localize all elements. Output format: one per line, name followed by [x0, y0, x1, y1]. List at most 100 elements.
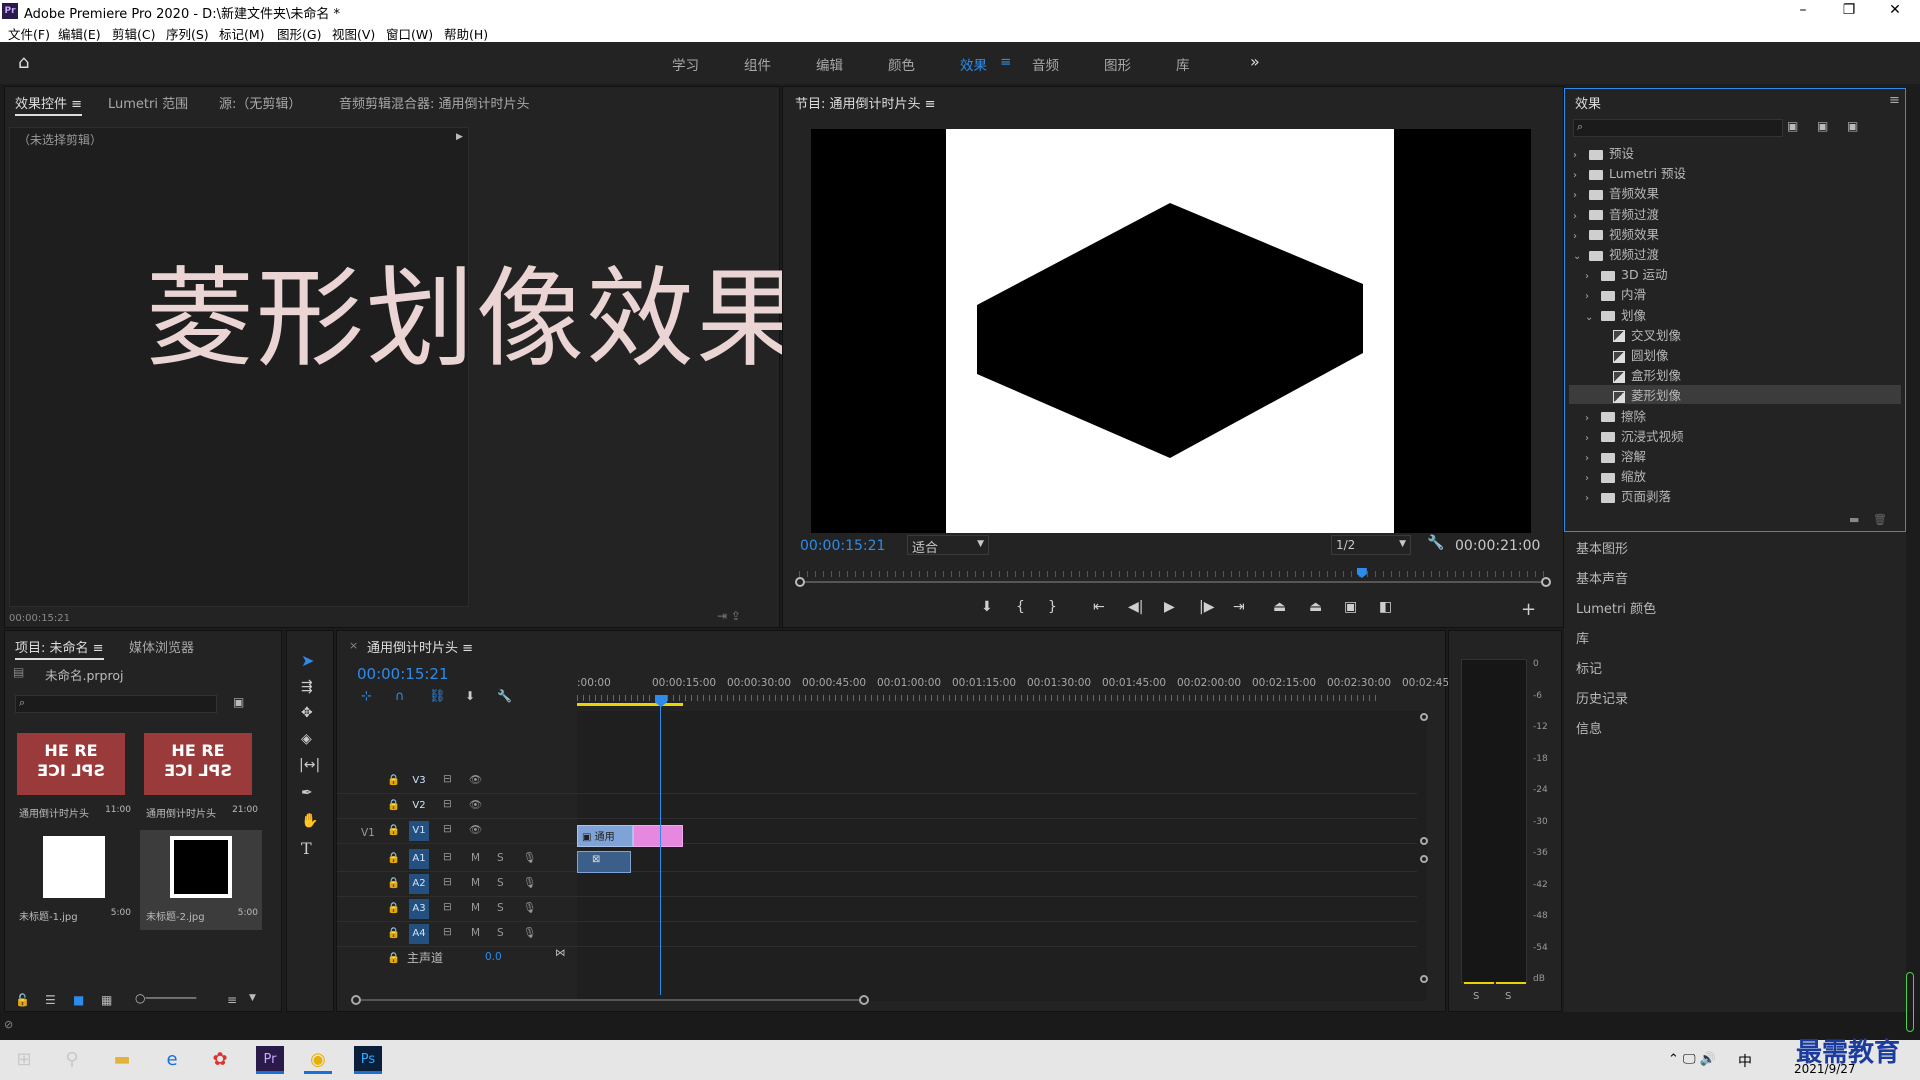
horizontal-zoom-scrollbar[interactable]: [351, 995, 871, 1007]
solo-left-button[interactable]: S: [1473, 991, 1479, 1002]
sync-lock-icon[interactable]: ⊟: [443, 851, 452, 863]
minimize-button[interactable]: –: [1780, 0, 1826, 22]
program-scrubber[interactable]: [795, 568, 1551, 587]
panel-lumetri-color[interactable]: Lumetri 颜色: [1576, 598, 1656, 617]
menu-window[interactable]: 窗口(W): [386, 24, 433, 43]
workspace-effects[interactable]: 效果: [960, 54, 987, 74]
zoom-handle-right[interactable]: [859, 995, 869, 1005]
icon-view-icon[interactable]: ■: [73, 993, 84, 1007]
track-v1[interactable]: V1: [409, 821, 429, 841]
new-bin-icon[interactable]: ▣: [233, 695, 244, 709]
microphone-icon[interactable]: 🎙: [523, 901, 536, 914]
chevron-right-icon[interactable]: ›: [1573, 170, 1583, 181]
project-item[interactable]: 未标题-2.jpg 5:00: [140, 830, 262, 930]
chevron-right-icon[interactable]: ›: [1573, 211, 1583, 222]
eye-icon[interactable]: 👁: [469, 823, 482, 836]
panel-essential-graphics[interactable]: 基本图形: [1576, 538, 1628, 557]
chevron-right-icon[interactable]: ›: [1573, 231, 1583, 242]
effect-item[interactable]: 盒形划像: [1597, 365, 1681, 384]
photoshop-taskbar-icon[interactable]: Ps: [354, 1046, 382, 1074]
search-icon[interactable]: ⚲: [58, 1046, 86, 1074]
windows-start-icon[interactable]: ⊞: [10, 1046, 38, 1074]
new-bin-icon[interactable]: ▬: [1849, 513, 1859, 526]
app-icon[interactable]: ✿: [206, 1046, 234, 1074]
track-lock-icon[interactable]: 🔒: [387, 926, 400, 939]
track-lock-icon[interactable]: 🔒: [387, 823, 400, 836]
effect-folder[interactable]: › 音频过渡: [1573, 204, 1659, 223]
effect-item[interactable]: 交叉划像: [1597, 325, 1681, 344]
sync-lock-icon[interactable]: ⊟: [443, 926, 452, 938]
master-lock-icon[interactable]: 🔒: [387, 951, 400, 964]
expand-arrow-icon[interactable]: ▶: [456, 132, 463, 142]
zoom-handle-left[interactable]: [351, 995, 361, 1005]
menu-graphics[interactable]: 图形(G): [277, 24, 321, 43]
chevron-right-icon[interactable]: ›: [1585, 433, 1595, 444]
chevron-right-icon[interactable]: ›: [1573, 150, 1583, 161]
tab-audio-clip-mixer[interactable]: 音频剪辑混合器: 通用倒计时片头: [339, 93, 530, 112]
menu-sequence[interactable]: 序列(S): [166, 24, 209, 43]
effect-folder[interactable]: › 预设: [1573, 143, 1634, 162]
microphone-icon[interactable]: 🎙: [523, 876, 536, 889]
export-frame-icon[interactable]: ⇥ ⇪: [717, 609, 741, 623]
microphone-icon[interactable]: 🎙: [523, 926, 536, 939]
panel-info[interactable]: 信息: [1576, 718, 1602, 737]
scroll-handle[interactable]: [1420, 713, 1428, 721]
extract-icon[interactable]: ⏏: [1309, 599, 1322, 615]
freeform-view-icon[interactable]: ▦: [101, 993, 112, 1007]
program-timecode[interactable]: 00:00:15:21: [800, 538, 885, 554]
effect-folder[interactable]: › 擦除: [1585, 406, 1646, 425]
solo-button[interactable]: S: [497, 877, 504, 889]
mark-in-icon[interactable]: {: [1016, 599, 1025, 615]
type-tool-icon[interactable]: T: [301, 839, 312, 858]
project-search-input[interactable]: ⌕: [15, 695, 217, 713]
solo-button[interactable]: S: [497, 927, 504, 939]
chevron-down-icon[interactable]: ⌄: [1585, 312, 1595, 323]
workspace-color[interactable]: 颜色: [888, 54, 915, 74]
chevron-right-icon[interactable]: ›: [1573, 190, 1583, 201]
track-lock-icon[interactable]: 🔒: [387, 851, 400, 864]
tab-media-browser[interactable]: 媒体浏览器: [129, 637, 194, 656]
chevron-right-icon[interactable]: ›: [1585, 291, 1595, 302]
sync-lock-icon[interactable]: ⊟: [443, 876, 452, 888]
solo-right-button[interactable]: S: [1505, 991, 1511, 1002]
chevron-right-icon[interactable]: ›: [1585, 271, 1595, 282]
workspace-libraries[interactable]: 库: [1176, 54, 1190, 74]
zoom-handle-left[interactable]: [795, 577, 805, 587]
track-v3[interactable]: V3: [409, 771, 429, 791]
go-to-out-icon[interactable]: ⇥: [1233, 599, 1245, 615]
scroll-handle[interactable]: [1420, 975, 1428, 983]
effect-item[interactable]: 菱形划像: [1569, 385, 1901, 405]
chevron-right-icon[interactable]: ›: [1585, 413, 1595, 424]
close-button[interactable]: ✕: [1872, 0, 1918, 22]
workspace-assembly[interactable]: 组件: [744, 54, 771, 74]
workspace-graphics[interactable]: 图形: [1104, 54, 1131, 74]
zoom-slider[interactable]: ○───────: [135, 991, 196, 1005]
lock-icon[interactable]: 🔓: [15, 993, 30, 1007]
go-to-in-icon[interactable]: ⇤: [1093, 599, 1105, 615]
effect-folder[interactable]: › Lumetri 预设: [1573, 163, 1686, 182]
chevron-right-icon[interactable]: ›: [1585, 493, 1595, 504]
project-item[interactable]: HE RE SPL ICE 通用倒计时片头 11:00: [13, 727, 135, 827]
project-item[interactable]: HE RE SPL ICE 通用倒计时片头 21:00: [140, 727, 262, 827]
resolution-dropdown[interactable]: 1/2 ▼: [1331, 535, 1411, 555]
workspace-learn[interactable]: 学习: [672, 54, 699, 74]
lift-icon[interactable]: ⏏: [1273, 599, 1286, 615]
scroll-handle[interactable]: [1420, 837, 1428, 845]
delete-icon[interactable]: 🗑: [1873, 513, 1887, 526]
eye-icon[interactable]: 👁: [469, 798, 482, 811]
track-a3[interactable]: A3: [409, 899, 429, 919]
more-workspaces-icon[interactable]: »: [1250, 52, 1260, 71]
menu-edit[interactable]: 编辑(E): [58, 24, 101, 43]
play-icon[interactable]: ▶: [1164, 599, 1175, 615]
comparison-view-icon[interactable]: ◧: [1379, 599, 1392, 615]
sync-lock-icon[interactable]: ⊟: [443, 823, 452, 835]
effect-folder[interactable]: ⌄ 划像: [1585, 305, 1646, 324]
wrench-icon[interactable]: 🔧: [1427, 535, 1444, 551]
effect-folder[interactable]: › 页面剥落: [1585, 486, 1671, 505]
mute-button[interactable]: M: [471, 902, 480, 914]
step-back-icon[interactable]: ◀|: [1128, 599, 1143, 615]
project-item[interactable]: 未标题-1.jpg 5:00: [13, 830, 135, 930]
panel-libraries[interactable]: 库: [1576, 628, 1589, 647]
sync-lock-icon[interactable]: ⊟: [443, 901, 452, 913]
effects-search-input[interactable]: ⌕: [1573, 119, 1783, 137]
